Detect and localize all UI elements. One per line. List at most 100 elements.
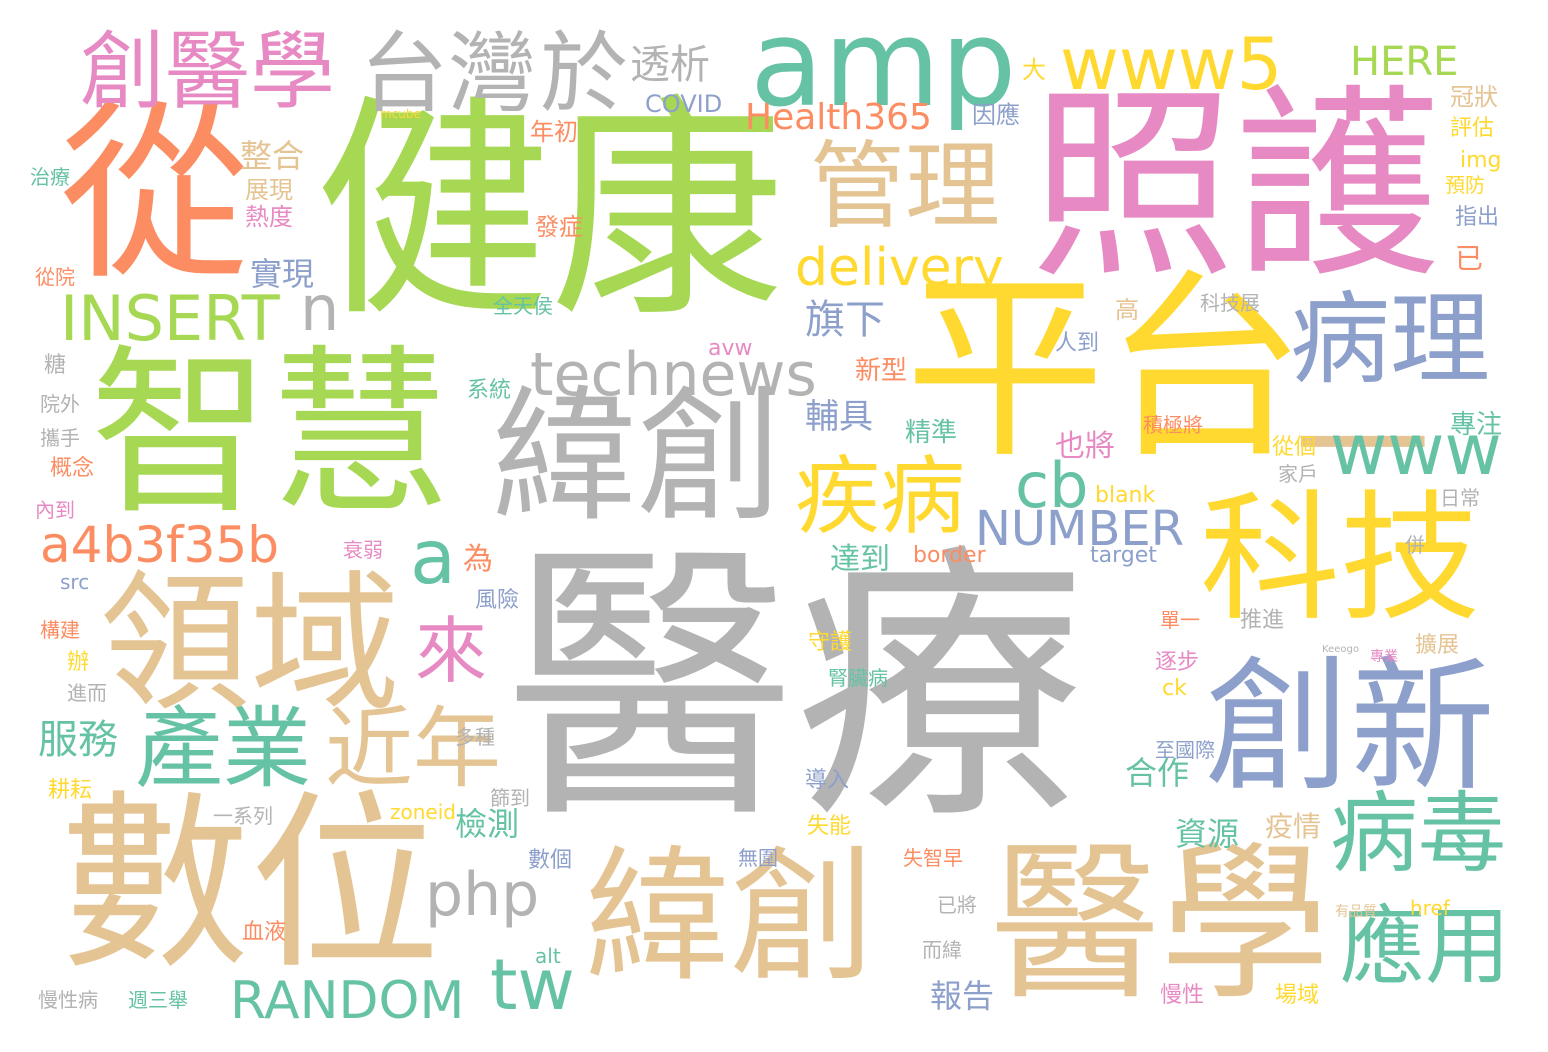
- word-年初: 年初: [530, 118, 578, 146]
- word-於: 於: [540, 22, 629, 125]
- word-篩到: 篩到: [490, 786, 530, 810]
- word-a: a: [410, 513, 456, 601]
- word-來: 來: [415, 609, 488, 693]
- word-alt: alt: [535, 944, 561, 968]
- word-大: 大: [1022, 56, 1046, 84]
- word-多種: 多種: [455, 725, 495, 749]
- word-擴展: 擴展: [1415, 633, 1460, 658]
- word-週三舉: 週三舉: [128, 988, 188, 1012]
- word-精準: 精準: [905, 418, 958, 448]
- word-逐步: 逐步: [1155, 650, 1200, 675]
- word-耕耘: 耕耘: [48, 778, 93, 803]
- word-達到: 達到: [830, 542, 890, 577]
- word-冠狀: 冠狀: [1450, 83, 1498, 111]
- word-近年: 近年: [325, 697, 502, 800]
- word-因應: 因應: [972, 101, 1020, 129]
- word-家戶: 家戶: [1278, 462, 1318, 486]
- word-血液: 血液: [242, 920, 287, 945]
- word-衰弱: 衰弱: [343, 538, 383, 562]
- word-慢性病: 慢性病: [38, 988, 98, 1012]
- word-無圍: 無圍: [738, 846, 778, 870]
- word-醫療: 醫療: [505, 521, 1085, 858]
- word-輔具: 輔具: [805, 397, 873, 437]
- word-辦: 辦: [67, 650, 90, 675]
- word-專業: 專業: [1370, 649, 1398, 665]
- word-為: 為: [463, 542, 493, 577]
- word-評估: 評估: [1450, 116, 1495, 141]
- word-治療: 治療: [30, 165, 70, 189]
- word-technews: technews: [530, 340, 817, 410]
- word-新型: 新型: [855, 356, 908, 386]
- word-緯創-2: 緯創: [585, 833, 875, 1002]
- word-導入: 導入: [805, 768, 850, 793]
- word-全天侯: 全天侯: [493, 294, 553, 318]
- word-RANDOM: RANDOM: [230, 971, 465, 1031]
- word-台灣: 台灣: [360, 22, 537, 125]
- word-院外: 院外: [40, 392, 80, 416]
- word-Health365: Health365: [745, 97, 932, 138]
- word-實現: 實現: [250, 255, 315, 293]
- word-指出: 指出: [1455, 205, 1500, 230]
- word-展現: 展現: [245, 176, 293, 204]
- word-科技展: 科技展: [1200, 291, 1260, 315]
- word-資源: 資源: [1175, 815, 1240, 853]
- word-img: img: [1460, 148, 1502, 173]
- word-a4b3f35b: a4b3f35b: [40, 516, 279, 574]
- word-而緯: 而緯: [922, 938, 962, 962]
- word-cb: cb: [1015, 449, 1089, 522]
- word-HERE: HERE: [1350, 39, 1459, 85]
- word-從: 從: [60, 84, 251, 305]
- word-攜手: 攜手: [40, 426, 80, 450]
- word-border: border: [913, 543, 986, 568]
- word-從個: 從個: [1272, 435, 1317, 460]
- word-整合: 整合: [240, 137, 305, 175]
- word-日常: 日常: [1440, 486, 1480, 510]
- word-也將: 也將: [1055, 429, 1115, 464]
- word-target: target: [1090, 543, 1157, 568]
- word-一系列: 一系列: [213, 804, 273, 828]
- word-mcube: mcube: [380, 107, 421, 121]
- word-服務: 服務: [38, 717, 118, 763]
- word-已: 已: [1455, 242, 1484, 275]
- word-系統: 系統: [467, 378, 512, 403]
- word-併: 併: [1405, 533, 1425, 557]
- word-熱度: 熱度: [245, 203, 293, 231]
- word-病理: 病理: [1290, 281, 1490, 398]
- word-高: 高: [1115, 296, 1139, 324]
- word-www5: www5: [1060, 22, 1283, 106]
- word-預防: 預防: [1445, 173, 1485, 197]
- word-ck: ck: [1162, 676, 1187, 701]
- word-從院: 從院: [35, 265, 75, 289]
- word-tw: tw: [490, 944, 575, 1026]
- word-Keeogo: Keeogo: [1322, 644, 1359, 655]
- word-至國際: 至國際: [1155, 738, 1215, 762]
- word-疫情: 疫情: [1265, 810, 1322, 843]
- word-已將: 已將: [937, 893, 977, 917]
- word-旗下: 旗下: [805, 297, 885, 343]
- word-慢性: 慢性: [1160, 983, 1205, 1008]
- word-COVID: COVID: [645, 90, 723, 118]
- word-腎臟病: 腎臟病: [828, 666, 888, 690]
- word-有品質: 有品質: [1335, 904, 1377, 920]
- word-報告: 報告: [930, 977, 995, 1015]
- word-疾病: 疾病: [795, 448, 966, 547]
- word-單一: 單一: [1160, 608, 1200, 632]
- word-透析: 透析: [630, 42, 710, 88]
- word-src: src: [60, 570, 90, 594]
- word-專注: 專注: [1450, 410, 1503, 440]
- word-發症: 發症: [535, 213, 583, 241]
- word-人到: 人到: [1055, 331, 1100, 356]
- word-創醫學: 創醫學: [80, 23, 336, 122]
- word-守護: 守護: [808, 630, 853, 655]
- word-糖: 糖: [44, 353, 67, 378]
- word-數個: 數個: [528, 848, 573, 873]
- word-產業: 產業: [135, 697, 312, 800]
- word-失能: 失能: [807, 814, 852, 839]
- word-推進: 推進: [1240, 608, 1285, 633]
- word-INSERT: INSERT: [60, 282, 280, 355]
- word-積極將: 積極將: [1143, 413, 1203, 437]
- word-cloud: 醫療 健康 照護 平台 從 智慧 數位 緯創 緯創 醫學 領域 科技 創新 一 …: [0, 0, 1548, 1052]
- word-失智早: 失智早: [903, 846, 963, 870]
- word-管理: 管理: [810, 132, 1001, 242]
- word-風險: 風險: [475, 588, 520, 613]
